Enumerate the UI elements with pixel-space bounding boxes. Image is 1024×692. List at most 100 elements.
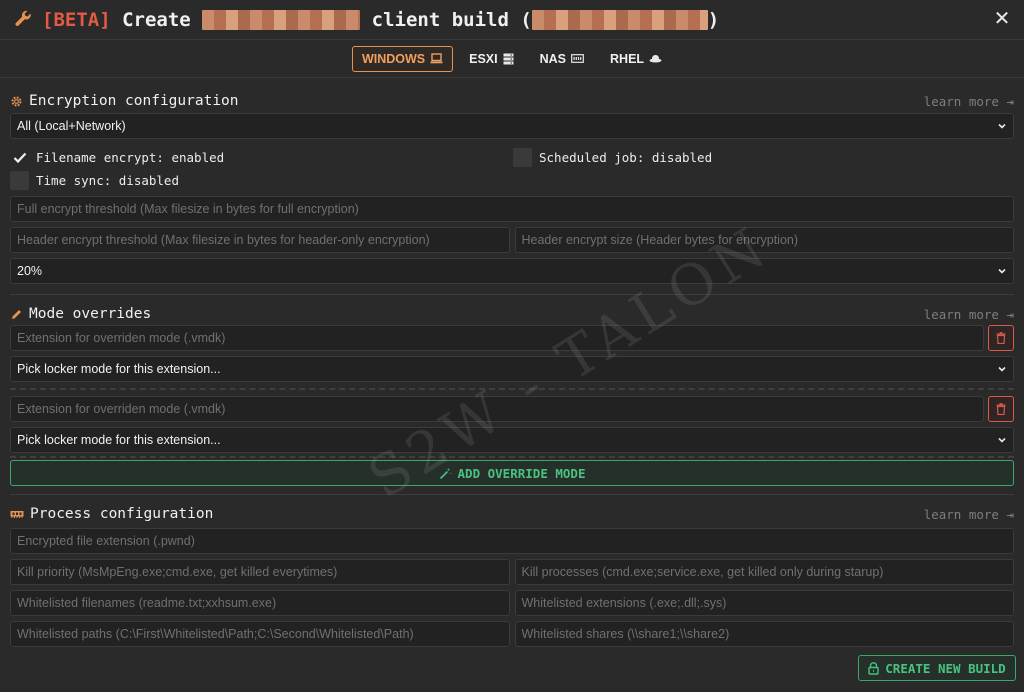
process-title: Process configuration	[30, 506, 214, 522]
title-close-paren: )	[707, 8, 720, 31]
encryption-learn-more-link[interactable]: learn more ⇥	[924, 94, 1014, 109]
encryption-options: Filename encrypt: enabled Scheduled job:…	[10, 148, 1014, 190]
tab-rhel[interactable]: RHEL	[600, 46, 672, 72]
chevron-down-icon	[998, 268, 1006, 274]
tab-windows[interactable]: WINDOWS	[351, 45, 454, 72]
override-mode-value: Pick locker mode for this extension...	[17, 433, 221, 447]
chevron-down-icon	[998, 437, 1006, 443]
close-icon: ✕	[993, 8, 1011, 30]
delete-override-button[interactable]	[988, 396, 1014, 422]
header-encrypt-threshold-input[interactable]: Header encrypt threshold (Max filesize i…	[10, 227, 510, 253]
override-item: Extension for overriden mode (.vmdk) Pic…	[10, 325, 1014, 382]
filename-encrypt-label: Filename encrypt: enabled	[36, 150, 225, 165]
chevron-down-icon	[998, 123, 1006, 129]
encrypted-extension-input[interactable]: Encrypted file extension (.pwnd)	[10, 528, 1014, 554]
override-extension-input[interactable]: Extension for overriden mode (.vmdk)	[10, 325, 984, 351]
time-sync-checkbox[interactable]: Time sync: disabled	[10, 171, 513, 190]
whitelisted-shares-placeholder: Whitelisted shares (\\share1;\\share2)	[521, 627, 730, 641]
mode-overrides-section: Mode overrides learn more ⇥ Extension fo…	[0, 303, 1024, 486]
encryption-header: Encryption configuration learn more ⇥	[10, 90, 1014, 112]
override-mode-value: Pick locker mode for this extension...	[17, 362, 221, 376]
kill-processes-placeholder: Kill processes (cmd.exe;service.exe, get…	[521, 565, 884, 579]
checkbox-checked[interactable]	[10, 148, 29, 167]
process-section: Process configuration learn more ⇥ Encry…	[0, 503, 1024, 647]
add-override-mode-button[interactable]: ADD OVERRIDE MODE	[10, 460, 1014, 486]
pencil-icon	[12, 309, 21, 319]
gear-icon	[11, 95, 22, 107]
memory-icon	[10, 511, 24, 518]
process-learn-more-link[interactable]: learn more ⇥	[924, 507, 1014, 522]
mode-overrides-header: Mode overrides learn more ⇥	[10, 303, 1014, 325]
kill-priority-input[interactable]: Kill priority (MsMpEng.exe;cmd.exe, get …	[10, 559, 510, 585]
override-separator	[10, 456, 1014, 458]
override-extension-placeholder: Extension for overriden mode (.vmdk)	[17, 402, 226, 416]
override-extension-input[interactable]: Extension for overriden mode (.vmdk)	[10, 396, 984, 422]
encryption-section: Encryption configuration learn more ⇥ Al…	[0, 90, 1024, 284]
mode-overrides-learn-more-link[interactable]: learn more ⇥	[924, 307, 1014, 322]
beta-badge: [BETA]	[42, 8, 111, 31]
os-tabs: WINDOWS ESXI NAS RHEL	[0, 40, 1024, 78]
encryption-mode-select[interactable]: All (Local+Network)	[10, 113, 1014, 139]
kill-processes-input[interactable]: Kill processes (cmd.exe;service.exe, get…	[514, 559, 1014, 585]
whitelisted-filenames-placeholder: Whitelisted filenames (readme.txt;xxhsum…	[17, 596, 277, 610]
override-item: Extension for overriden mode (.vmdk) Pic…	[10, 396, 1014, 453]
header-encrypt-size-placeholder: Header encrypt size (Header bytes for en…	[521, 233, 799, 247]
encryption-title: Encryption configuration	[29, 93, 239, 109]
override-extension-placeholder: Extension for overriden mode (.vmdk)	[17, 331, 226, 345]
kill-priority-placeholder: Kill priority (MsMpEng.exe;cmd.exe, get …	[17, 565, 338, 579]
check-icon	[13, 152, 26, 163]
trash-icon	[996, 403, 1006, 415]
whitelisted-paths-input[interactable]: Whitelisted paths (C:\First\Whitelisted\…	[10, 621, 510, 647]
add-override-mode-label: ADD OVERRIDE MODE	[457, 465, 586, 481]
filename-encrypt-checkbox[interactable]: Filename encrypt: enabled	[10, 148, 513, 167]
create-new-build-label: CREATE NEW BUILD	[885, 660, 1006, 676]
scheduled-job-checkbox[interactable]: Scheduled job: disabled	[513, 148, 1014, 167]
whitelisted-filenames-input[interactable]: Whitelisted filenames (readme.txt;xxhsum…	[10, 590, 510, 616]
tab-esxi-label: ESXI	[469, 51, 498, 66]
tab-rhel-label: RHEL	[610, 51, 645, 66]
encrypt-percent-select[interactable]: 20%	[10, 258, 1014, 284]
delete-override-button[interactable]	[988, 325, 1014, 351]
redacted-name	[202, 9, 361, 30]
laptop-icon	[430, 53, 443, 64]
header-encrypt-size-input[interactable]: Header encrypt size (Header bytes for en…	[514, 227, 1014, 253]
tab-nas-label: NAS	[539, 51, 567, 66]
override-separator	[10, 388, 1014, 390]
redacted-id	[531, 9, 708, 30]
encrypted-extension-placeholder: Encrypted file extension (.pwnd)	[17, 534, 195, 548]
whitelisted-shares-input[interactable]: Whitelisted shares (\\share1;\\share2)	[514, 621, 1014, 647]
override-mode-select[interactable]: Pick locker mode for this extension...	[10, 356, 1014, 382]
create-new-build-button[interactable]: CREATE NEW BUILD	[858, 655, 1016, 681]
mode-overrides-title: Mode overrides	[29, 306, 152, 322]
trash-icon	[996, 332, 1006, 344]
magic-wand-icon	[439, 467, 452, 479]
server-icon	[503, 53, 514, 64]
section-divider	[10, 494, 1014, 495]
chevron-down-icon	[998, 366, 1006, 372]
tab-windows-label: WINDOWS	[361, 51, 426, 66]
full-encrypt-threshold-input[interactable]: Full encrypt threshold (Max filesize in …	[10, 196, 1014, 222]
title-create: Create	[122, 8, 191, 31]
nas-icon	[571, 54, 584, 63]
wrench-icon	[15, 10, 31, 26]
override-mode-select[interactable]: Pick locker mode for this extension...	[10, 427, 1014, 453]
checkbox-unchecked[interactable]	[513, 148, 532, 167]
redhat-icon	[649, 54, 662, 62]
window-header: [BETA] Create client build ( ) ✕	[0, 0, 1024, 40]
time-sync-label: Time sync: disabled	[36, 173, 179, 188]
tab-esxi[interactable]: ESXI	[459, 46, 524, 72]
full-encrypt-threshold-placeholder: Full encrypt threshold (Max filesize in …	[17, 202, 359, 216]
checkbox-unchecked[interactable]	[10, 171, 29, 190]
encryption-mode-value: All (Local+Network)	[17, 119, 126, 133]
whitelisted-extensions-placeholder: Whitelisted extensions (.exe;.dll;.sys)	[521, 596, 727, 610]
page-title: [BETA] Create client build ( )	[42, 9, 719, 31]
header-encrypt-threshold-placeholder: Header encrypt threshold (Max filesize i…	[17, 233, 430, 247]
scheduled-job-label: Scheduled job: disabled	[539, 150, 713, 165]
tab-nas[interactable]: NAS	[530, 46, 594, 72]
encrypt-percent-value: 20%	[17, 264, 43, 278]
close-button[interactable]: ✕	[992, 9, 1012, 29]
whitelisted-extensions-input[interactable]: Whitelisted extensions (.exe;.dll;.sys)	[514, 590, 1014, 616]
section-divider	[10, 294, 1014, 295]
whitelisted-paths-placeholder: Whitelisted paths (C:\First\Whitelisted\…	[17, 627, 414, 641]
title-client-build: client build (	[371, 8, 532, 31]
